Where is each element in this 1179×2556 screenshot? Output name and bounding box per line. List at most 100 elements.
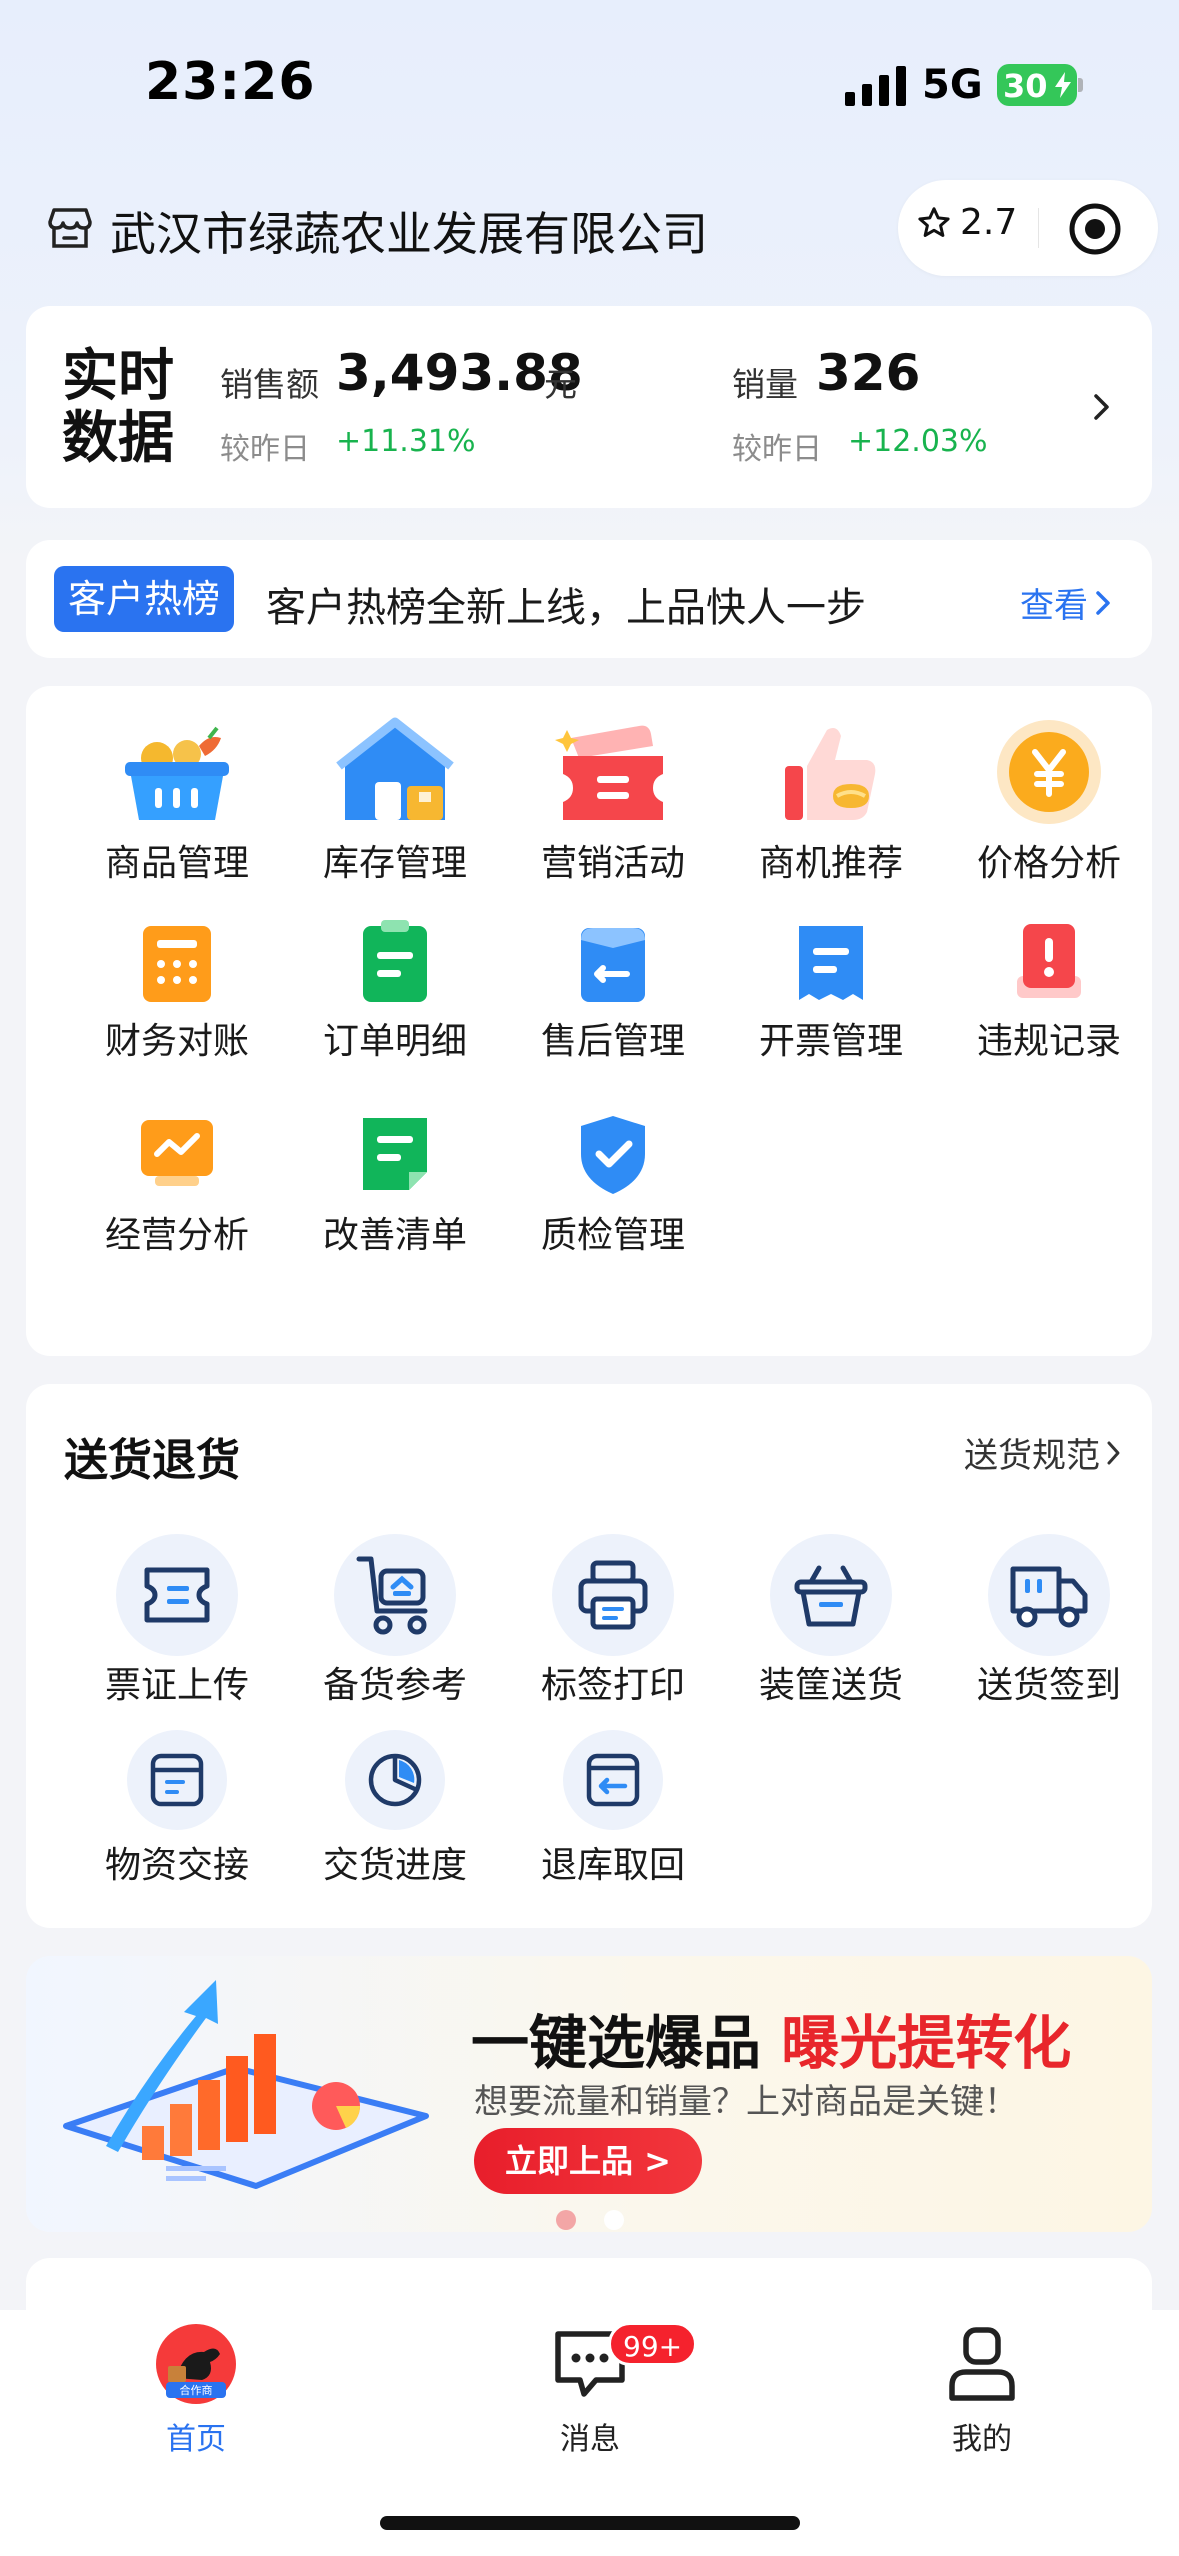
tool-label: 订单明细 (322, 1021, 467, 1062)
tool-improvement-list[interactable]: 改善清单 (295, 1110, 495, 1280)
delivery-check-in[interactable]: 送货签到 (949, 1534, 1149, 1706)
tool-after-sales[interactable]: 售后管理 (513, 916, 713, 1086)
printer-icon (578, 1560, 648, 1630)
tab-home[interactable]: 合作商 首页 (96, 2322, 296, 2458)
delivery-voucher-upload[interactable]: 票证上传 (77, 1534, 277, 1706)
promo-headline: 一键选爆品 曝光提转化 (471, 1996, 1071, 2080)
tool-opportunity-recommend[interactable]: 商机推荐 (731, 716, 931, 886)
shield-check-icon (581, 1116, 645, 1194)
volume-compare-label: 较昨日 (732, 432, 822, 467)
delivery-material-handover[interactable]: 物资交接 (77, 1730, 277, 1900)
tool-label: 库存管理 (322, 843, 467, 884)
tool-label: 商机推荐 (758, 843, 903, 884)
delivery-return-retrieve[interactable]: 退库取回 (513, 1730, 713, 1900)
network-type: 5G (922, 62, 983, 108)
mini-program-capsule: 2.7 (898, 180, 1158, 276)
delivery-label: 退库取回 (540, 1845, 685, 1886)
delivery-label: 票证上传 (104, 1665, 249, 1706)
tool-business-analysis[interactable]: 经营分析 (77, 1110, 277, 1280)
promo-banner[interactable]: 一键选爆品 曝光提转化 想要流量和销量？上对商品是关键！ 立即上品 > (26, 1956, 1152, 2232)
tool-grid: 商品管理 库存管理 营销活动 商机推荐 价格分析 财务对账 订单明细 售后管理 … (26, 686, 1152, 1356)
sales-unit: 元 (544, 365, 577, 404)
tool-label: 商品管理 (104, 843, 249, 884)
tab-mine[interactable]: 我的 (882, 2322, 1082, 2458)
realtime-data-card[interactable]: 实时数据 销售额 3,493.88 元 较昨日 +11.31% 销量 326 较… (26, 306, 1152, 508)
delivery-title: 送货退货 (64, 1435, 240, 1486)
tool-label: 营销活动 (540, 843, 685, 884)
promo-cta-button[interactable]: 立即上品 > (474, 2128, 702, 2194)
promo-subtitle: 想要流量和销量？上对商品是关键！ (474, 2082, 1018, 2122)
tool-product-management[interactable]: 商品管理 (77, 716, 277, 886)
tool-quality-inspection[interactable]: 质检管理 (513, 1110, 713, 1280)
capsule-divider (1038, 208, 1039, 248)
tool-price-analysis[interactable]: 价格分析 (949, 716, 1149, 886)
tab-home-label: 首页 (166, 2422, 226, 2457)
view-link-label: 查看 (1020, 586, 1088, 626)
icon-bg (127, 1730, 227, 1830)
tab-messages-label: 消息 (560, 2422, 620, 2457)
carousel-dot (556, 2210, 576, 2230)
tool-marketing-activity[interactable]: 营销活动 (513, 716, 713, 886)
hot-list-badge: 客户热榜 (54, 566, 235, 632)
delivery-rules-link[interactable]: 送货规范 (964, 1428, 1122, 1477)
box-icon (150, 1753, 204, 1807)
return-icon (586, 1753, 640, 1807)
messages-badge: 99+ (608, 2322, 698, 2366)
sales-compare-value: +11.31% (336, 424, 476, 459)
tool-inventory-management[interactable]: 库存管理 (295, 716, 495, 886)
yen-coin-icon (997, 720, 1101, 824)
tool-order-detail[interactable]: 订单明细 (295, 916, 495, 1086)
rating-button[interactable]: 2.7 (916, 202, 1017, 243)
pie-progress-icon (368, 1753, 422, 1807)
tool-finance-reconcile[interactable]: 财务对账 (77, 916, 277, 1086)
hot-list-banner[interactable]: 客户热榜 客户热榜全新上线，上品快人一步 查看 (26, 540, 1152, 658)
volume-compare-value: +12.03% (848, 424, 988, 459)
tab-mine-label: 我的 (952, 2422, 1012, 2457)
delivery-stock-reference[interactable]: 备货参考 (295, 1534, 495, 1706)
home-avatar-icon: 合作商 (156, 2324, 236, 2404)
tool-label: 质检管理 (540, 1215, 685, 1256)
realtime-title: 实时数据 (62, 344, 174, 471)
icon-bg (770, 1534, 892, 1656)
delivery-basket-delivery[interactable]: 装筐送货 (731, 1534, 931, 1706)
cart-icon (356, 1556, 428, 1635)
tool-violation-record[interactable]: 违规记录 (949, 916, 1149, 1086)
carousel-dot-active (604, 2210, 624, 2230)
warehouse-icon (336, 717, 454, 820)
shop-icon (48, 208, 92, 248)
delivery-label: 装筐送货 (758, 1665, 903, 1706)
tool-label: 开票管理 (758, 1021, 903, 1062)
promo-headline-a: 一键选爆品 (471, 2009, 762, 2077)
sales-label: 销售额 (220, 365, 319, 404)
chevron-right-icon (1094, 394, 1109, 420)
tool-label: 改善清单 (322, 1215, 467, 1256)
user-icon (949, 2327, 1015, 2401)
delivery-label-print[interactable]: 标签打印 (513, 1534, 713, 1706)
violation-icon (1017, 924, 1081, 998)
view-link[interactable]: 查看 (1020, 578, 1112, 627)
calculator-icon (143, 926, 211, 1002)
tool-label: 价格分析 (976, 843, 1121, 884)
rating-value: 2.7 (960, 202, 1018, 243)
delivery-progress[interactable]: 交货进度 (295, 1730, 495, 1900)
battery-icon: 30 (997, 64, 1077, 106)
status-time: 23:26 (145, 52, 316, 112)
growth-chart-illustration (63, 1980, 429, 2189)
voucher-icon (144, 1567, 210, 1623)
chevron-right-icon (1107, 1441, 1120, 1464)
company-name[interactable]: 武汉市绿蔬农业发展有限公司 (110, 198, 708, 264)
close-target-icon[interactable] (1068, 202, 1122, 256)
tool-label: 违规记录 (976, 1021, 1121, 1062)
thumbs-up-icon (785, 728, 876, 820)
ticket-icon (555, 725, 663, 820)
after-sales-icon (581, 928, 645, 1002)
icon-bg (345, 1730, 445, 1830)
tool-invoice-management[interactable]: 开票管理 (731, 916, 931, 1086)
delivery-label: 交货进度 (322, 1845, 467, 1886)
hot-list-text: 客户热榜全新上线，上品快人一步 (266, 585, 866, 631)
trend-chart-icon (141, 1120, 213, 1186)
battery-level: 30 (1003, 67, 1048, 105)
sales-compare-label: 较昨日 (220, 432, 310, 467)
icon-bg (988, 1534, 1110, 1656)
star-icon (918, 206, 950, 237)
